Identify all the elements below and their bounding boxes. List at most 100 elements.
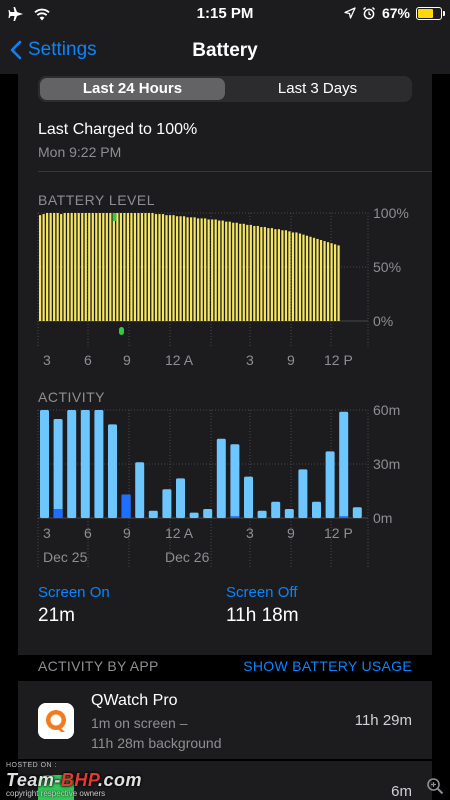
battery-bar (98, 213, 101, 321)
battery-bar (126, 213, 130, 321)
activity-bar (325, 451, 335, 518)
battery-bar (123, 213, 126, 321)
charging-marker-dot (119, 327, 124, 335)
battery-bar (74, 213, 77, 321)
x-tick-label: 3 (43, 525, 51, 541)
watermark-hosted: HOSTED ON : (6, 762, 58, 769)
app-name: QWatch Pro (91, 692, 178, 709)
battery-bar (319, 240, 323, 321)
x-tick-label: 12 P (324, 352, 353, 368)
activity-bar (244, 476, 253, 518)
watermark-copyright: copyright respective owners (6, 789, 106, 798)
battery-bar (88, 213, 91, 321)
battery-bar (144, 213, 147, 321)
app-detail-line-1: 1m on screen – (91, 715, 188, 731)
x-tick-label: 9 (287, 525, 295, 541)
battery-bar (161, 214, 165, 321)
battery-bar (291, 232, 295, 321)
x-tick-label: 12 P (324, 525, 353, 541)
battery-bar (288, 231, 291, 321)
battery-bar (179, 216, 182, 321)
battery-bar (316, 238, 319, 321)
battery-bar (263, 227, 266, 321)
activity-bar (203, 509, 213, 518)
activity-bar (67, 410, 77, 518)
battery-bar (165, 215, 168, 321)
screen-off-value: 11h 18m (226, 605, 299, 626)
battery-bar (154, 214, 158, 321)
battery-bar (232, 222, 235, 321)
x-tick-label: 12 A (165, 352, 194, 368)
battery-bar (239, 223, 242, 321)
battery-bar (302, 234, 305, 321)
battery-bar (49, 213, 52, 321)
battery-bar (207, 219, 210, 321)
x-tick-label: 3 (246, 352, 254, 368)
activity-bar (53, 419, 63, 518)
qwatch-logo-icon (38, 703, 74, 739)
battery-bar (277, 229, 281, 321)
battery-bar (211, 219, 214, 321)
battery-bar (151, 213, 154, 321)
activity-bar (230, 444, 240, 518)
zoom-icon[interactable] (426, 777, 444, 795)
battery-bar (95, 213, 98, 321)
battery-bar (60, 214, 63, 321)
battery-bar (298, 233, 302, 321)
activity-bar (216, 438, 226, 518)
y-tick-label: 0m (373, 510, 392, 526)
activity-bar (40, 410, 49, 518)
battery-bar (218, 220, 221, 321)
battery-bar (235, 222, 238, 321)
battery-bar (330, 243, 333, 321)
activity-bar-screen-on (121, 494, 131, 518)
activity-bar-screen-on (230, 516, 240, 518)
qwatch-app-icon (38, 703, 74, 739)
date-label: Dec 26 (165, 549, 210, 565)
battery-bar (63, 213, 66, 321)
battery-bar (70, 213, 73, 321)
y-tick-label: 30m (373, 456, 400, 472)
battery-bar (46, 213, 49, 321)
watermark-brand-c: .com (98, 770, 143, 790)
battery-bar (130, 213, 133, 321)
x-tick-label: 3 (246, 525, 254, 541)
battery-bar (53, 213, 56, 321)
show-battery-usage-button[interactable]: SHOW BATTERY USAGE (243, 658, 412, 674)
battery-bar (256, 225, 259, 321)
y-tick-label: 50% (373, 259, 401, 275)
battery-bar (137, 213, 140, 321)
y-tick-label: 100% (373, 205, 409, 221)
x-tick-label: 6 (84, 352, 92, 368)
battery-bar (102, 213, 105, 321)
activity-bar (298, 469, 308, 518)
battery-bar (186, 217, 189, 321)
activity-by-app-label: ACTIVITY BY APP (38, 658, 159, 674)
battery-bar (225, 221, 228, 321)
battery-bar (242, 223, 245, 321)
activity-bar (352, 507, 362, 518)
battery-bar (175, 216, 179, 321)
app-detail-line-2: 11h 28m background (91, 735, 222, 751)
battery-bar (305, 235, 309, 321)
battery-bar (309, 236, 312, 321)
battery-bar (295, 232, 298, 321)
activity-bar (176, 478, 185, 518)
activity-bar (189, 512, 199, 518)
activity-bar (94, 410, 104, 518)
battery-bar (200, 218, 203, 321)
activity-bar (271, 501, 281, 518)
screen-off-label: Screen Off (226, 584, 298, 601)
app-row-qwatch-pro[interactable]: QWatch Pro 1m on screen – 11h 28m backgr… (18, 681, 432, 759)
battery-bar (39, 215, 42, 321)
battery-bar (172, 215, 175, 321)
battery-bar (267, 228, 270, 321)
activity-bar (257, 510, 267, 518)
battery-bar (182, 216, 186, 321)
battery-bar (109, 213, 112, 321)
battery-bar (116, 213, 119, 321)
screen-on-value: 21m (38, 605, 75, 626)
activity-bar (284, 509, 294, 518)
app-usage-time: 6m (391, 783, 412, 800)
activity-bar (108, 424, 117, 518)
